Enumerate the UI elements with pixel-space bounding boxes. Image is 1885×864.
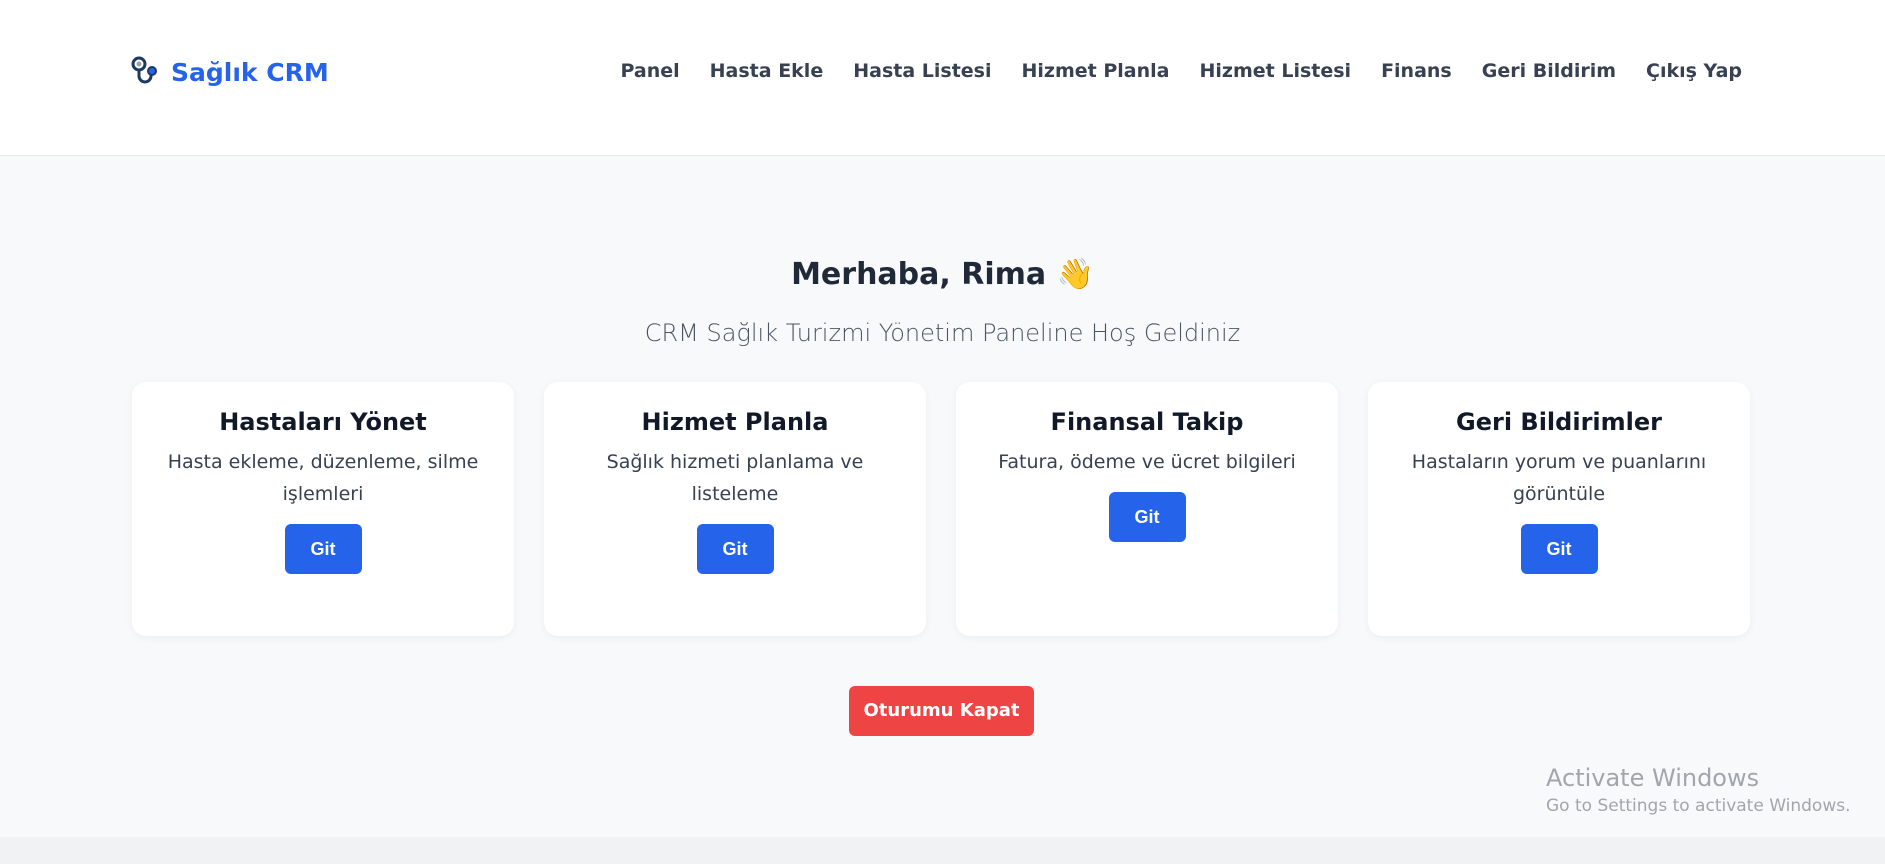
go-button[interactable]: Git xyxy=(1520,524,1598,574)
card-description: Hastaların yorum ve puanlarını görüntüle xyxy=(1411,451,1707,505)
nav-link-finans[interactable]: Finans xyxy=(1381,60,1452,82)
footer-bar xyxy=(0,837,1885,864)
card-feedback: Geri Bildirimler Hastaların yorum ve pua… xyxy=(1368,382,1750,636)
nav-link-hizmet-planla[interactable]: Hizmet Planla xyxy=(1022,60,1170,82)
nav-link-hasta-listesi[interactable]: Hasta Listesi xyxy=(853,60,991,82)
stethoscope-icon xyxy=(131,56,163,88)
watermark-title: Activate Windows xyxy=(1546,764,1760,792)
card-description: Hasta ekleme, düzenleme, silme işlemleri xyxy=(167,451,479,505)
card-title: Finansal Takip xyxy=(1050,408,1244,436)
watermark-subtitle: Go to Settings to activate Windows. xyxy=(1546,796,1851,816)
nav-link-cikis-yap[interactable]: Çıkış Yap xyxy=(1646,60,1742,82)
card-description: Sağlık hizmeti planlama ve listeleme xyxy=(606,451,864,505)
go-button[interactable]: Git xyxy=(696,524,774,574)
brand-logo[interactable]: Sağlık CRM xyxy=(131,56,329,88)
windows-activation-watermark: Activate Windows Go to Settings to activ… xyxy=(1546,764,1851,816)
brand-name: Sağlık CRM xyxy=(171,57,329,87)
logout-button[interactable]: Oturumu Kapat xyxy=(849,686,1034,736)
navbar: Sağlık CRM Panel Hasta Ekle Hasta Listes… xyxy=(0,0,1885,156)
go-button[interactable]: Git xyxy=(284,524,362,574)
card-title: Hastaları Yönet xyxy=(219,408,427,436)
dashboard-cards: Hastaları Yönet Hasta ekleme, düzenleme,… xyxy=(132,382,1750,636)
welcome-subtitle: CRM Sağlık Turizmi Yönetim Paneline Hoş … xyxy=(644,319,1241,347)
card-title: Hizmet Planla xyxy=(641,408,829,436)
card-description: Fatura, ödeme ve ücret bilgileri xyxy=(998,451,1296,473)
nav-links: Panel Hasta Ekle Hasta Listesi Hizmet Pl… xyxy=(620,60,1742,82)
go-button[interactable]: Git xyxy=(1108,492,1186,542)
nav-link-hasta-ekle[interactable]: Hasta Ekle xyxy=(710,60,824,82)
card-manage-patients: Hastaları Yönet Hasta ekleme, düzenleme,… xyxy=(132,382,514,636)
card-financial-tracking: Finansal Takip Fatura, ödeme ve ücret bi… xyxy=(956,382,1338,636)
nav-link-hizmet-listesi[interactable]: Hizmet Listesi xyxy=(1199,60,1351,82)
nav-link-panel[interactable]: Panel xyxy=(620,60,679,82)
nav-link-geri-bildirim[interactable]: Geri Bildirim xyxy=(1482,60,1616,82)
card-title: Geri Bildirimler xyxy=(1456,408,1662,436)
card-plan-service: Hizmet Planla Sağlık hizmeti planlama ve… xyxy=(544,382,926,636)
main-content: Merhaba, Rima 👋 CRM Sağlık Turizmi Yönet… xyxy=(0,157,1885,837)
greeting-heading: Merhaba, Rima 👋 xyxy=(791,257,1094,292)
